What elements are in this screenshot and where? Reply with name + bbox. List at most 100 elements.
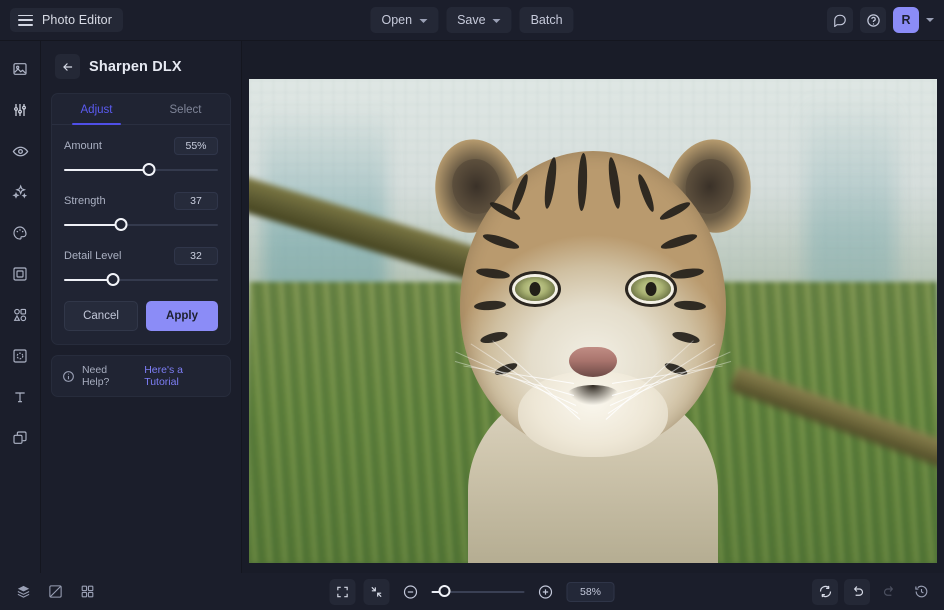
avatar[interactable]: R (893, 7, 919, 33)
adjust-card: Adjust Select Amount 55% (51, 93, 231, 345)
bottom-toolbar: 58% (0, 573, 944, 610)
zoom-out-button[interactable] (398, 579, 424, 605)
zoom-slider-thumb[interactable] (439, 585, 451, 597)
comment-icon (833, 13, 847, 27)
tab-select[interactable]: Select (141, 94, 230, 124)
compare-split-icon (48, 584, 63, 599)
canvas-stage[interactable] (242, 41, 944, 573)
grid-icon (80, 584, 95, 599)
zoom-level-value[interactable]: 58% (567, 582, 615, 602)
detail-level-slider-thumb[interactable] (107, 273, 120, 286)
control-strength: Strength 37 (64, 192, 218, 232)
zoom-slider[interactable] (432, 585, 525, 599)
panel-actions: Cancel Apply (52, 301, 230, 344)
question-circle-icon (866, 13, 881, 28)
control-amount-label: Amount (64, 140, 102, 152)
sidebar-item-text[interactable] (6, 383, 34, 411)
page-title: Sharpen DLX (89, 59, 182, 75)
zoom-in-button[interactable] (533, 579, 559, 605)
control-detail-level-label: Detail Level (64, 250, 121, 262)
app-title: Photo Editor (42, 13, 112, 27)
amount-slider-thumb[interactable] (142, 163, 155, 176)
sidebar-item-filter[interactable] (6, 342, 34, 370)
account-actions: R (827, 7, 934, 33)
refresh-icon (818, 584, 833, 599)
control-strength-value[interactable]: 37 (174, 192, 218, 210)
amount-slider-fill (64, 169, 149, 171)
grid-button[interactable] (74, 579, 100, 605)
sidebar-item-retouch[interactable] (6, 137, 34, 165)
tiger-subject (428, 133, 758, 563)
editor-body: Sharpen DLX Adjust Select Amount 55% (0, 41, 944, 573)
open-button-label: Open (381, 13, 412, 27)
sidebar-item-adjust[interactable] (6, 96, 34, 124)
reset-button[interactable] (812, 579, 838, 605)
control-amount-value[interactable]: 55% (174, 137, 218, 155)
sidebar-item-layers[interactable] (6, 424, 34, 452)
image-icon (12, 61, 28, 77)
strength-slider[interactable] (64, 218, 218, 232)
undo-button[interactable] (844, 579, 870, 605)
open-button[interactable]: Open (370, 7, 438, 33)
redo-button[interactable] (876, 579, 902, 605)
sidebar-item-shapes[interactable] (6, 301, 34, 329)
tool-panel: Sharpen DLX Adjust Select Amount 55% (41, 41, 242, 573)
save-button-label: Save (457, 13, 486, 27)
apply-button[interactable]: Apply (146, 301, 218, 331)
sidebar-item-color[interactable] (6, 219, 34, 247)
detail-level-slider[interactable] (64, 273, 218, 287)
back-button[interactable] (55, 54, 80, 79)
panel-tabs: Adjust Select (52, 94, 230, 125)
sidebar-item-image[interactable] (6, 55, 34, 83)
palette-icon (12, 225, 28, 241)
history-clock-icon (914, 584, 929, 599)
feedback-button[interactable] (827, 7, 853, 33)
sidebar-item-effects[interactable] (6, 178, 34, 206)
chevron-down-icon (493, 19, 501, 23)
tiger-eye-right (631, 277, 671, 301)
frame-icon (12, 266, 28, 282)
strength-slider-thumb[interactable] (114, 218, 127, 231)
collapse-arrows-icon (370, 585, 384, 599)
blur-icon (12, 348, 28, 364)
file-actions: Open Save Batch (370, 7, 573, 33)
tutorial-link[interactable]: Here's a Tutorial (144, 364, 220, 388)
layers-stack-button[interactable] (10, 579, 36, 605)
control-detail-level-value[interactable]: 32 (174, 247, 218, 265)
tiger-head (460, 151, 726, 451)
sidebar-item-crop[interactable] (6, 260, 34, 288)
tiger-photo[interactable] (249, 79, 937, 563)
eye-icon (12, 143, 29, 160)
batch-button[interactable]: Batch (520, 7, 574, 33)
tab-adjust[interactable]: Adjust (52, 94, 141, 124)
cancel-button[interactable]: Cancel (64, 301, 138, 331)
account-chevron-down-icon[interactable] (926, 18, 934, 22)
help-banner[interactable]: Need Help? Here's a Tutorial (51, 355, 231, 397)
slider-controls: Amount 55% Strength 37 (52, 125, 230, 301)
app-menu-button[interactable]: Photo Editor (10, 8, 123, 32)
history-button[interactable] (908, 579, 934, 605)
amount-slider[interactable] (64, 163, 218, 177)
history-tools (812, 579, 934, 605)
control-amount: Amount 55% (64, 137, 218, 177)
compare-button[interactable] (42, 579, 68, 605)
sliders-icon (12, 102, 28, 118)
shapes-icon (12, 307, 28, 323)
help-button[interactable] (860, 7, 886, 33)
minus-circle-icon (403, 584, 419, 600)
chevron-down-icon (419, 19, 427, 23)
strength-slider-fill (64, 224, 121, 226)
arrow-left-icon (61, 60, 75, 74)
top-toolbar: Photo Editor Open Save Batch (0, 0, 944, 41)
zoom-controls: 58% (330, 579, 615, 605)
batch-button-label: Batch (531, 13, 563, 27)
undo-arrow-icon (850, 584, 865, 599)
sparkles-icon (12, 184, 28, 200)
tiger-eye-left (515, 277, 555, 301)
save-button[interactable]: Save (446, 7, 512, 33)
view-tools (10, 579, 100, 605)
actual-size-button[interactable] (364, 579, 390, 605)
text-icon (12, 389, 28, 405)
control-strength-label: Strength (64, 195, 106, 207)
fit-screen-button[interactable] (330, 579, 356, 605)
